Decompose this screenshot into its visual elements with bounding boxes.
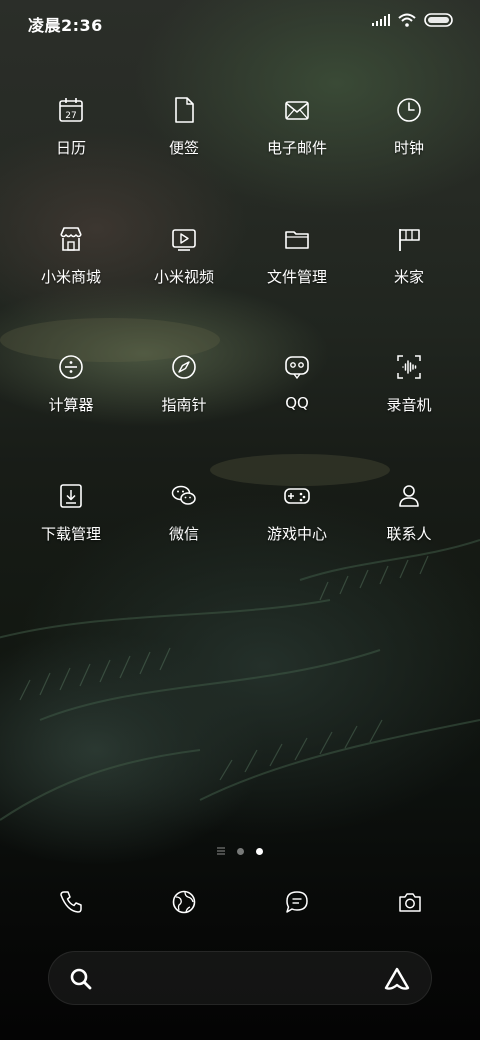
- folder-icon: [282, 224, 312, 254]
- app-qq[interactable]: QQ: [237, 352, 357, 472]
- app-contacts[interactable]: 联系人: [349, 481, 469, 601]
- app-mijia[interactable]: 米家: [349, 224, 469, 344]
- signal-icon: [372, 14, 390, 26]
- mi-store-icon: [56, 224, 86, 254]
- app-label: 电子邮件: [266, 139, 327, 157]
- calendar-icon: 27: [56, 95, 86, 125]
- app-game-center[interactable]: 游戏中心: [237, 481, 357, 601]
- page-dot-active: [256, 847, 263, 855]
- camera-icon[interactable]: [396, 888, 424, 916]
- app-label: 文件管理: [266, 268, 327, 286]
- status-time: 凌晨2:36: [28, 16, 103, 35]
- app-label: 小米视频: [153, 268, 214, 286]
- messages-icon[interactable]: [283, 888, 311, 916]
- search-icon[interactable]: [69, 967, 93, 991]
- app-label: 日历: [55, 139, 86, 157]
- wifi-icon: [398, 13, 416, 27]
- battery-icon: [424, 13, 454, 27]
- page-dot: [237, 847, 244, 855]
- app-label: 游戏中心: [266, 525, 327, 543]
- svg-text:27: 27: [65, 111, 76, 121]
- app-file-manager[interactable]: 文件管理: [237, 224, 357, 344]
- wechat-icon: [169, 481, 199, 511]
- app-download-manager[interactable]: 下载管理: [11, 481, 131, 601]
- app-mi-store[interactable]: 小米商城: [11, 224, 131, 344]
- home-menu-indicator-icon: [217, 847, 225, 855]
- app-label: 便签: [168, 139, 199, 157]
- clock-icon: [394, 95, 424, 125]
- assistant-icon[interactable]: [383, 966, 411, 992]
- qq-icon: [282, 352, 312, 382]
- app-calculator[interactable]: 计算器: [11, 352, 131, 472]
- recorder-icon: [394, 352, 424, 382]
- app-wechat[interactable]: 微信: [124, 481, 244, 601]
- calculator-icon: [56, 352, 86, 382]
- search-bar[interactable]: [48, 951, 432, 1005]
- download-icon: [56, 481, 86, 511]
- browser-icon[interactable]: [170, 888, 198, 916]
- compass-icon: [169, 352, 199, 382]
- gamepad-icon: [282, 481, 312, 511]
- notes-icon: [169, 95, 199, 125]
- app-compass[interactable]: 指南针: [124, 352, 244, 472]
- status-bar: 凌晨2:36: [0, 0, 480, 44]
- app-label: QQ: [285, 394, 309, 412]
- app-email[interactable]: 电子邮件: [237, 95, 357, 215]
- app-label: 下载管理: [40, 525, 101, 543]
- app-label: 微信: [168, 525, 199, 543]
- app-recorder[interactable]: 录音机: [349, 352, 469, 472]
- app-clock[interactable]: 时钟: [349, 95, 469, 215]
- app-label: 录音机: [386, 396, 432, 414]
- contacts-icon: [394, 481, 424, 511]
- app-label: 时钟: [393, 139, 424, 157]
- app-label: 联系人: [386, 525, 432, 543]
- app-label: 指南针: [161, 396, 207, 414]
- app-label: 小米商城: [40, 268, 101, 286]
- app-label: 米家: [393, 268, 424, 286]
- page-indicator[interactable]: [0, 844, 480, 858]
- email-icon: [282, 95, 312, 125]
- mijia-icon: [394, 224, 424, 254]
- video-icon: [169, 224, 199, 254]
- phone-icon[interactable]: [57, 888, 85, 916]
- app-notes[interactable]: 便签: [124, 95, 244, 215]
- app-label: 计算器: [48, 396, 94, 414]
- app-mi-video[interactable]: 小米视频: [124, 224, 244, 344]
- app-calendar[interactable]: 27 日历: [11, 95, 131, 215]
